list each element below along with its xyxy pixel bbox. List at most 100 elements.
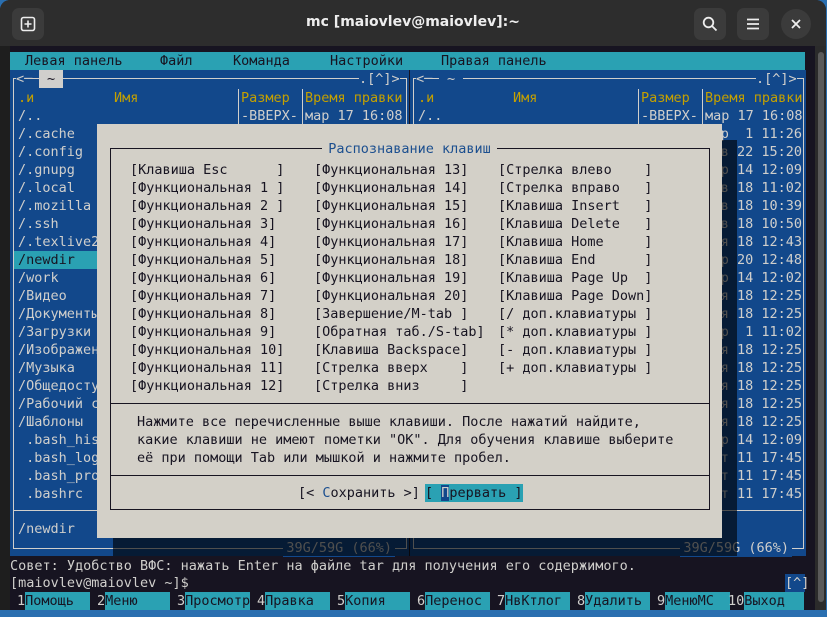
key-item[interactable]: [Клавиша Home ] xyxy=(498,233,652,251)
shell-prompt[interactable]: [maiovlev@maiovlev ~]$ xyxy=(10,574,189,592)
key-item[interactable]: [- доп.клавиатуры ] xyxy=(498,341,652,359)
file-row[interactable]: /.gnupg xyxy=(14,161,75,179)
key-item[interactable]: [* доп.клавиатуры ] xyxy=(498,323,652,341)
file-row[interactable]: /.mozilla xyxy=(14,197,91,215)
file-row[interactable]: /Загрузки xyxy=(14,323,91,341)
key-item[interactable]: [Стрелка вправо ] xyxy=(498,179,652,197)
divider xyxy=(110,403,710,404)
file-row[interactable]: /Документы xyxy=(14,305,99,323)
key-item[interactable]: [Функциональная 4] xyxy=(130,233,276,251)
key-item[interactable]: [Функциональная 5] xyxy=(130,251,276,269)
file-row[interactable]: /.texlive2 xyxy=(14,233,99,251)
key-item[interactable]: [Завершение/M-tab ] xyxy=(314,305,468,323)
file-row[interactable]: .bash_pro xyxy=(14,467,99,485)
file-row[interactable]: /Рабочий с xyxy=(14,395,99,413)
menu-item[interactable]: Настройки xyxy=(330,52,403,70)
fkey-8[interactable]: 8Удалить xyxy=(577,592,651,610)
fkey-2[interactable]: 2Меню xyxy=(97,592,171,610)
sort-mark[interactable]: .и xyxy=(418,89,434,107)
search-button[interactable] xyxy=(694,8,726,40)
file-row[interactable]: .bash_his xyxy=(14,431,99,449)
key-item[interactable]: [Клавиша End ] xyxy=(498,251,652,269)
file-row[interactable]: /.. xyxy=(414,107,442,125)
key-item[interactable]: [Функциональная 3] xyxy=(130,215,276,233)
key-item[interactable]: [Функциональная 1 ] xyxy=(130,179,284,197)
column-header-size[interactable]: Размер xyxy=(241,89,290,107)
key-item[interactable]: [Функциональная 18] xyxy=(314,251,468,269)
key-item[interactable]: [Функциональная 9] xyxy=(130,323,276,341)
fkey-10[interactable]: 10Выход xyxy=(728,592,805,610)
scrollbar-thumb[interactable] xyxy=(818,52,824,602)
file-row[interactable]: /.local xyxy=(14,179,75,197)
key-item[interactable]: [Стрелка вниз ] xyxy=(314,377,468,395)
key-item[interactable]: [Функциональная 11] xyxy=(130,359,284,377)
menu-item[interactable]: Файл xyxy=(160,52,193,70)
fkey-5[interactable]: 5Копия xyxy=(337,592,411,610)
key-item[interactable]: [Клавиша Page Up ] xyxy=(498,269,652,287)
close-button[interactable] xyxy=(781,9,811,39)
save-button[interactable]: [< Сохранить >] xyxy=(298,484,420,502)
panel-path: ~ xyxy=(39,70,64,88)
key-item[interactable]: [Клавиша Esc ] xyxy=(130,161,284,179)
column-header-name[interactable]: Имя xyxy=(114,89,138,107)
file-row[interactable]: /.. xyxy=(14,107,42,125)
menu-item[interactable]: Левая панель xyxy=(25,52,123,70)
file-row[interactable]: /.cache xyxy=(14,125,75,143)
key-item[interactable]: [Клавиша Insert ] xyxy=(498,197,652,215)
abort-button[interactable]: [ Прервать ] xyxy=(425,484,523,502)
file-row[interactable]: /work xyxy=(14,269,59,287)
file-row[interactable]: /.ssh xyxy=(14,215,59,233)
key-item[interactable]: [Обратная таб./S-tab] xyxy=(314,323,485,341)
fkey-4[interactable]: 4Правка xyxy=(257,592,331,610)
file-row[interactable]: /Общедосту xyxy=(14,377,99,395)
column-header-name[interactable]: Имя xyxy=(513,89,537,107)
key-item[interactable]: [Функциональная 13] xyxy=(314,161,468,179)
history-button[interactable]: .[^]> xyxy=(756,70,797,88)
history-button[interactable]: .[^]> xyxy=(359,70,400,88)
nav-back[interactable]: <─ xyxy=(16,70,33,88)
key-item[interactable]: [Функциональная 2 ] xyxy=(130,197,284,215)
menu-button[interactable] xyxy=(737,8,769,40)
key-item[interactable]: [Функциональная 17] xyxy=(314,233,468,251)
file-row[interactable]: /Шаблоны xyxy=(14,413,83,431)
fkey-label: Помощь xyxy=(25,592,91,610)
prompt-scroll-indicator[interactable]: [^] xyxy=(785,574,809,592)
key-item[interactable]: [Стрелка влево ] xyxy=(498,161,652,179)
fkey-3[interactable]: 3Просмотр xyxy=(177,592,250,610)
nav-back[interactable]: <─ xyxy=(416,70,433,88)
key-item[interactable]: [Клавиша Backspace] xyxy=(314,341,468,359)
file-row[interactable]: .bash_log xyxy=(14,449,99,467)
key-item[interactable]: [Стрелка вверх ] xyxy=(314,359,468,377)
fkey-1[interactable]: 1Помощь xyxy=(17,592,91,610)
sort-mark[interactable]: .и xyxy=(18,89,34,107)
key-item[interactable]: [Функциональная 14] xyxy=(314,179,468,197)
key-item[interactable]: [Функциональная 8] xyxy=(130,305,276,323)
file-row[interactable]: /.config xyxy=(14,143,83,161)
menu-item[interactable]: Команда xyxy=(233,52,290,70)
menu-item[interactable]: Правая панель xyxy=(441,52,547,70)
key-item[interactable]: [Функциональная 15] xyxy=(314,197,468,215)
key-item[interactable]: [Функциональная 6] xyxy=(130,269,276,287)
column-header-time[interactable]: Время правки xyxy=(305,89,403,107)
file-row[interactable]: /Изображен xyxy=(14,341,99,359)
fkey-7[interactable]: 7НвКтлог xyxy=(497,592,571,610)
key-item[interactable]: [Функциональная 12] xyxy=(130,377,284,395)
dialog-shadow-bottom xyxy=(113,538,722,556)
fkey-9[interactable]: 9МенюМС xyxy=(657,592,731,610)
file-row[interactable]: /Видео xyxy=(14,287,67,305)
key-item[interactable]: [Функциональная 16] xyxy=(314,215,468,233)
key-item[interactable]: [/ доп.клавиатуры ] xyxy=(498,305,652,323)
column-header-time[interactable]: Время правки xyxy=(705,89,803,107)
key-item[interactable]: [+ доп.клавиатуры ] xyxy=(498,359,652,377)
key-item[interactable]: [Функциональная 20] xyxy=(314,287,468,305)
file-row[interactable]: .bashrc xyxy=(14,485,83,503)
key-item[interactable]: [Клавиша Page Down] xyxy=(498,287,652,305)
fkey-label: Удалить xyxy=(585,592,651,610)
key-item[interactable]: [Функциональная 7] xyxy=(130,287,276,305)
file-row[interactable]: /Музыка xyxy=(14,359,75,377)
key-item[interactable]: [Клавиша Delete ] xyxy=(498,215,652,233)
column-header-size[interactable]: Размер xyxy=(641,89,690,107)
key-item[interactable]: [Функциональная 19] xyxy=(314,269,468,287)
key-item[interactable]: [Функциональная 10] xyxy=(130,341,284,359)
fkey-6[interactable]: 6Перенос xyxy=(417,592,491,610)
